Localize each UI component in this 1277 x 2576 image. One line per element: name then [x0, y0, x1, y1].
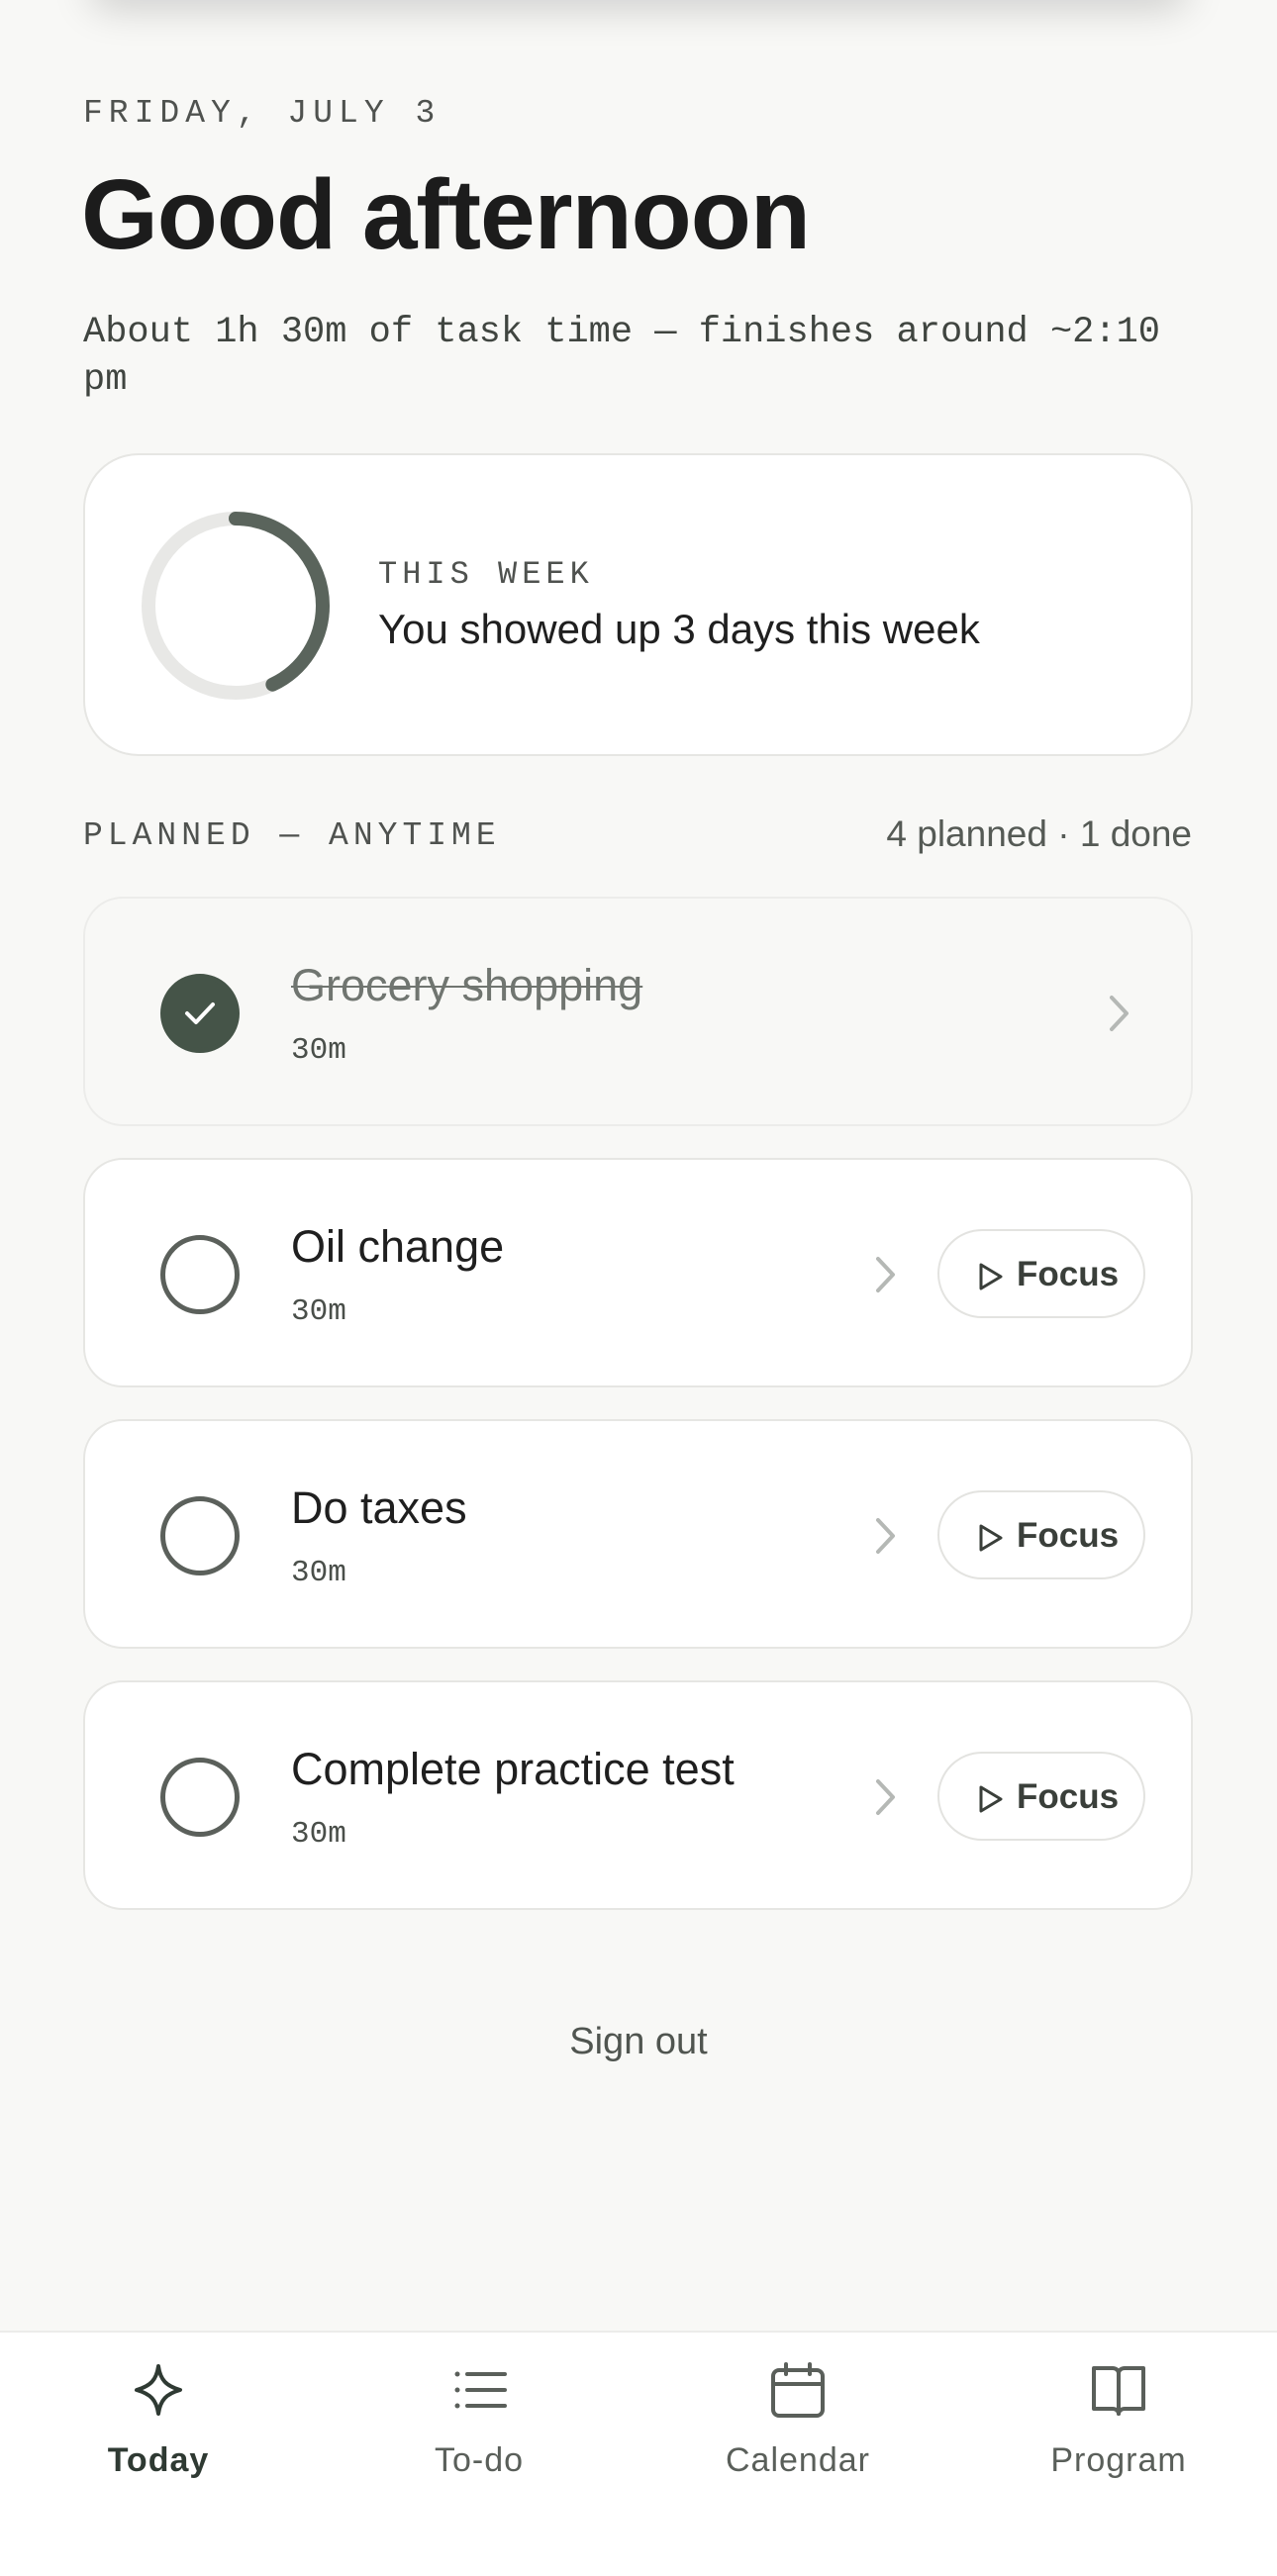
this-week-label: THIS WEEK [378, 556, 594, 593]
weekly-streak-text: You showed up 3 days this week [378, 606, 980, 652]
chevron-right-icon[interactable] [873, 1254, 899, 1295]
tab-today[interactable]: Today [40, 2333, 277, 2530]
chevron-right-icon[interactable] [873, 1515, 899, 1557]
chevron-right-icon[interactable] [1107, 993, 1132, 1034]
calendar-icon [771, 2362, 825, 2418]
task-title: Do taxes [291, 1482, 467, 1533]
focus-button-label: Focus [1017, 1255, 1120, 1293]
task-checkbox[interactable] [160, 1235, 240, 1314]
planned-section-label: PLANNED — ANYTIME [83, 817, 501, 854]
weekly-progress-card[interactable]: THIS WEEK You showed up 3 days this week [83, 453, 1193, 756]
focus-button-label: Focus [1017, 1777, 1120, 1816]
task-title: Grocery shopping [291, 960, 643, 1010]
task-checkbox[interactable] [160, 1758, 240, 1837]
page-title: Good afternoon [81, 159, 811, 270]
planned-count: 4 planned · 1 done [886, 813, 1192, 854]
focus-button-label: Focus [1017, 1516, 1120, 1555]
play-icon [979, 1785, 1003, 1813]
tab-label: Calendar [726, 2441, 870, 2479]
tab-calendar[interactable]: Calendar [679, 2333, 917, 2530]
sparkle-icon [135, 2364, 182, 2416]
bottom-tab-bar: Today To-do Calendar Program [0, 2331, 1277, 2576]
date-label: FRIDAY, JULY 3 [83, 95, 442, 132]
task-checkbox-checked[interactable] [160, 974, 240, 1053]
focus-button[interactable]: Focus [937, 1752, 1145, 1841]
task-card-do-taxes[interactable]: Do taxes 30m Focus [83, 1419, 1193, 1649]
task-time-summary: About 1h 30m of task time — finishes aro… [83, 312, 1160, 401]
tab-label: Program [1050, 2441, 1187, 2479]
list-icon [454, 2371, 507, 2409]
sign-out-button[interactable]: Sign out [0, 2021, 1277, 2063]
focus-button[interactable]: Focus [937, 1490, 1145, 1579]
tab-label: Today [107, 2441, 210, 2479]
task-title: Complete practice test [291, 1744, 735, 1794]
today-screen: FRIDAY, JULY 3 Good afternoon About 1h 3… [0, 0, 1277, 2576]
task-card-oil-change[interactable]: Oil change 30m Focus [83, 1158, 1193, 1387]
task-card-grocery-shopping[interactable]: Grocery shopping 30m [83, 897, 1193, 1126]
weekly-progress-ring [142, 512, 330, 700]
task-checkbox[interactable] [160, 1496, 240, 1575]
task-duration: 30m [291, 1817, 346, 1852]
task-duration: 30m [291, 1294, 346, 1329]
checkmark-icon [185, 1002, 215, 1024]
chevron-right-icon[interactable] [873, 1776, 899, 1818]
focus-button[interactable]: Focus [937, 1229, 1145, 1318]
play-icon [979, 1524, 1003, 1552]
task-duration: 30m [291, 1556, 346, 1590]
tab-program[interactable]: Program [1000, 2333, 1237, 2530]
tab-label: To-do [434, 2441, 525, 2479]
task-card-complete-practice-test[interactable]: Complete practice test 30m Focus [83, 1680, 1193, 1910]
play-icon [979, 1263, 1003, 1290]
task-title: Oil change [291, 1221, 505, 1272]
book-icon [1092, 2366, 1145, 2416]
task-duration: 30m [291, 1033, 346, 1068]
tab-to-do[interactable]: To-do [360, 2333, 598, 2530]
